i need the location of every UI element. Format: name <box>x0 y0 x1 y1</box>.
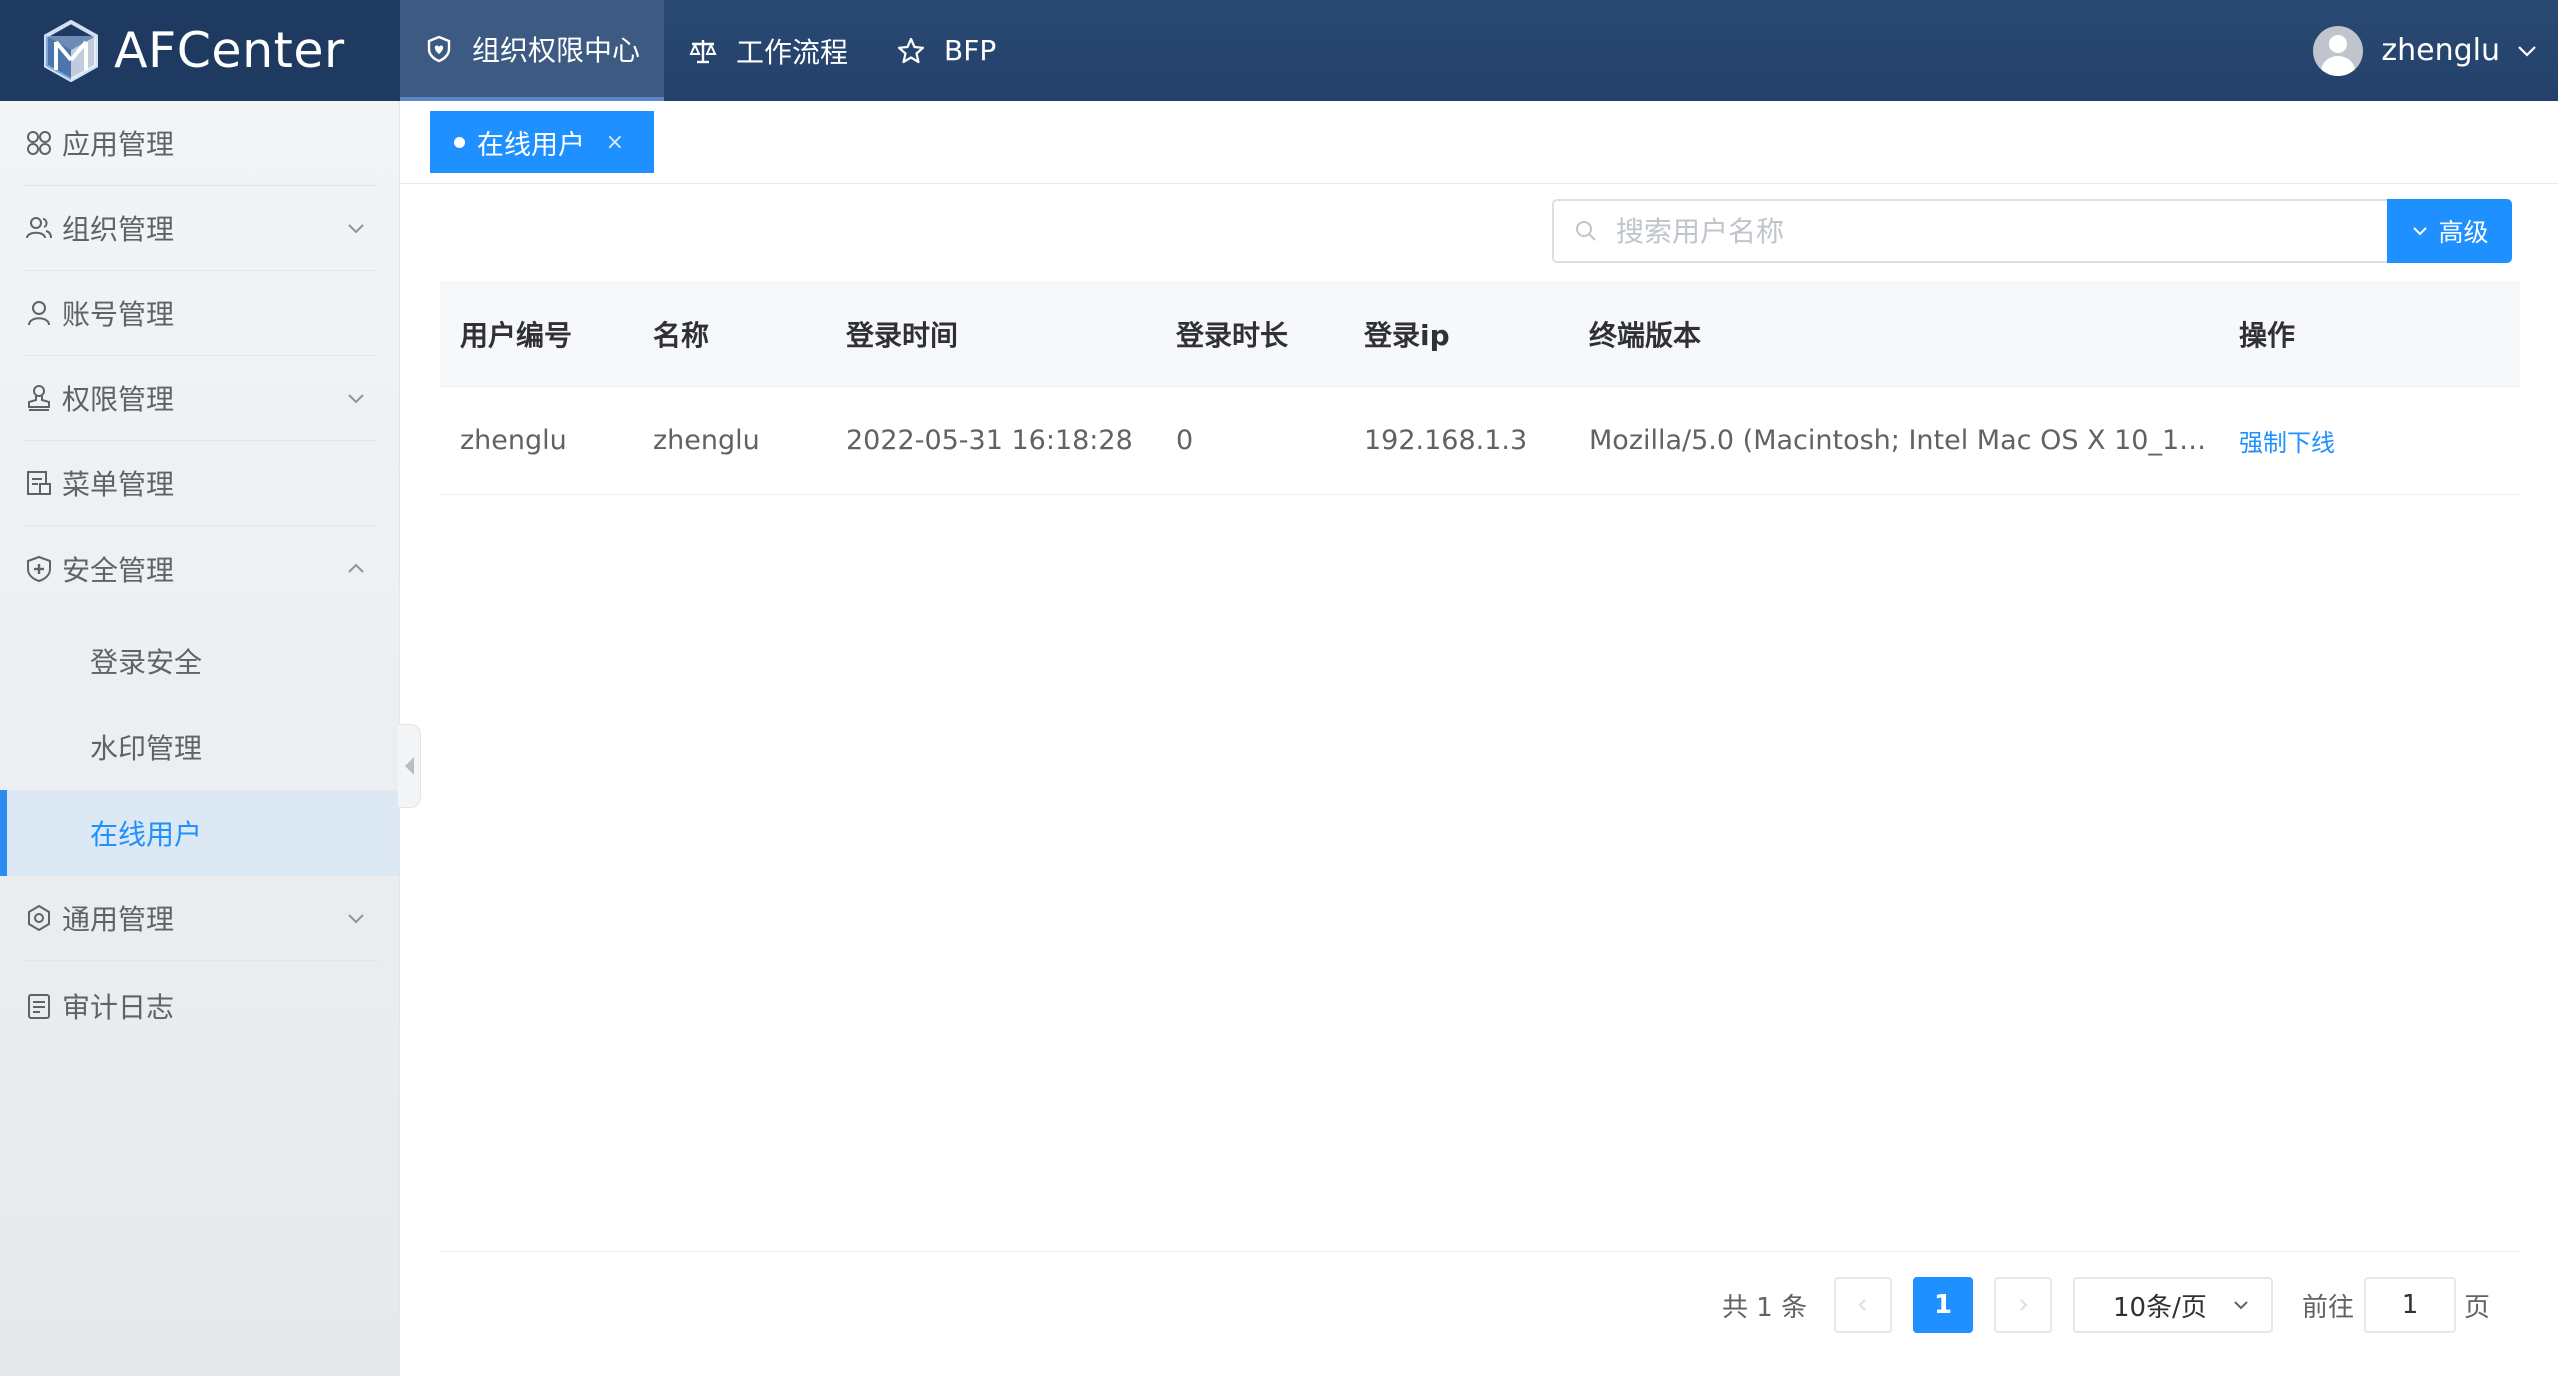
search-icon <box>1576 221 1596 241</box>
sidebar-item-label: 账号管理 <box>62 298 175 331</box>
sidebar-item-apps[interactable]: 应用管理 <box>24 101 378 186</box>
next-page-button[interactable] <box>1994 1277 2052 1333</box>
advanced-label: 高级 <box>2438 218 2489 247</box>
shield-heart-icon <box>427 35 451 62</box>
sidebar-subitem-label: 水印管理 <box>90 732 203 765</box>
sidebar-subitem-watermark[interactable]: 水印管理 <box>0 704 399 790</box>
pagination-total: 共 1 条 <box>1722 1292 1808 1323</box>
search-box <box>1552 199 2388 263</box>
stamp-icon <box>28 385 50 411</box>
sidebar-item-org[interactable]: 组织管理 <box>24 186 378 271</box>
settings-icon <box>28 904 50 932</box>
chevron-left-icon <box>1858 1299 1866 1311</box>
afcenter-logo-icon <box>44 19 98 82</box>
column-header: 用户编号 <box>460 318 573 352</box>
log-icon <box>28 993 50 1019</box>
sidebar-subitem-label: 在线用户 <box>90 818 203 851</box>
sidebar-item-label: 权限管理 <box>62 383 175 416</box>
table-footer-divider <box>440 1251 2520 1252</box>
chevron-up-icon <box>348 563 364 573</box>
collapse-arrow-icon <box>404 757 414 775</box>
sidebar-item-label: 应用管理 <box>62 128 175 161</box>
sidebar-item-audit-log[interactable]: 审计日志 <box>24 963 378 1048</box>
page-number-button[interactable]: 1 <box>1913 1277 1973 1333</box>
column-header: 名称 <box>653 318 710 352</box>
active-dot-icon <box>454 136 465 148</box>
nav-label: 工作流程 <box>736 35 849 69</box>
security-shield-icon <box>27 555 51 582</box>
advanced-search-button[interactable]: 高级 <box>2387 199 2512 263</box>
online-users-table: 用户编号 名称 登录时间 登录时长 登录ip 终端版本 操作 zhenglu z… <box>440 281 2520 495</box>
sidebar-item-label: 通用管理 <box>62 903 175 936</box>
sidebar-item-general[interactable]: 通用管理 <box>24 876 378 961</box>
tab-bar: 在线用户 × <box>400 101 2558 184</box>
avatar <box>2313 25 2364 76</box>
brand-name: AFCenter <box>114 22 345 79</box>
page-suffix: 页 <box>2464 1292 2491 1323</box>
brand-logo[interactable]: AFCenter <box>0 0 400 101</box>
sidebar-item-label: 组织管理 <box>62 213 175 246</box>
cell-user-agent: Mozilla/5.0 (Macintosh; Intel Mac OS X 1… <box>1589 425 2219 456</box>
tab-close-icon[interactable]: × <box>606 130 624 155</box>
sidebar-subitem-online-users[interactable]: 在线用户 <box>0 790 399 876</box>
chevron-down-icon <box>2413 227 2428 236</box>
page-size-value: 10条/页 <box>2113 1292 2207 1323</box>
chevron-down-icon <box>348 224 364 234</box>
nav-label: 组织权限中心 <box>472 33 641 67</box>
tab-label: 在线用户 <box>477 129 585 161</box>
column-header: 登录ip <box>1364 318 1450 352</box>
goto-label: 前往 <box>2302 1292 2355 1323</box>
sidebar-item-label: 审计日志 <box>62 990 175 1024</box>
cell-name: zhenglu <box>653 425 760 456</box>
sidebar-item-account[interactable]: 账号管理 <box>24 271 378 356</box>
sidebar-item-label: 安全管理 <box>62 553 175 587</box>
table-header: 用户编号 名称 登录时间 登录时长 登录ip 终端版本 操作 <box>440 281 2520 387</box>
column-header: 操作 <box>2239 318 2296 352</box>
tab-online-users[interactable]: 在线用户 × <box>430 111 654 173</box>
sidebar-subitem-login-security[interactable]: 登录安全 <box>0 618 399 704</box>
search-input[interactable] <box>1614 213 2338 249</box>
sidebar-collapse-handle[interactable] <box>398 724 421 808</box>
chevron-down-icon <box>2234 1301 2248 1310</box>
chevron-down-icon <box>348 914 364 924</box>
force-logout-link[interactable]: 强制下线 <box>2239 429 2335 457</box>
cell-duration: 0 <box>1176 425 1194 456</box>
nav-item-workflow[interactable]: 工作流程 <box>664 0 872 101</box>
goto-page-input[interactable]: 1 <box>2364 1277 2456 1333</box>
column-header: 登录时长 <box>1176 318 1289 352</box>
prev-page-button[interactable] <box>1834 1277 1892 1333</box>
team-icon <box>26 217 52 239</box>
cell-action: 强制下线 <box>2219 423 2519 458</box>
nav-label: BFP <box>944 34 997 67</box>
sidebar-item-menu[interactable]: 菜单管理 <box>24 441 378 526</box>
chevron-right-icon <box>2020 1299 2028 1311</box>
sidebar-subitem-label: 登录安全 <box>90 646 203 679</box>
top-nav: 组织权限中心 工作流程 BFP <box>400 0 1020 101</box>
menu-doc-icon <box>27 471 51 495</box>
cell-user-id: zhenglu <box>460 425 567 456</box>
user-menu[interactable]: zhenglu <box>2313 0 2540 101</box>
nav-item-org-permission-center[interactable]: 组织权限中心 <box>400 0 665 101</box>
page-size-select[interactable]: 10条/页 <box>2073 1277 2273 1333</box>
sidebar-item-security[interactable]: 安全管理 <box>24 526 378 611</box>
sidebar-item-label: 菜单管理 <box>62 468 175 501</box>
scale-icon <box>689 39 717 63</box>
chevron-down-icon <box>2518 45 2536 57</box>
user-icon <box>28 301 50 326</box>
user-name: zhenglu <box>2381 33 2500 68</box>
cell-ip: 192.168.1.3 <box>1364 425 1528 456</box>
star-icon <box>897 37 925 63</box>
column-header: 终端版本 <box>1589 318 1702 352</box>
chevron-down-icon <box>348 394 364 404</box>
sidebar-item-permission[interactable]: 权限管理 <box>24 356 378 441</box>
top-navbar: AFCenter 组织权限中心 工作流程 BFP zhenglu <box>0 0 2558 101</box>
column-header: 登录时间 <box>846 318 959 352</box>
nav-item-bfp[interactable]: BFP <box>872 0 1020 101</box>
apps-icon <box>27 131 51 155</box>
table-row: zhenglu zhenglu 2022-05-31 16:18:28 0 19… <box>440 387 2520 495</box>
sidebar: 应用管理 组织管理 账号管理 权限管理 菜单管理 安全管理 登录安全 水印管理 … <box>0 101 400 1376</box>
cell-login-time: 2022-05-31 16:18:28 <box>846 425 1133 456</box>
